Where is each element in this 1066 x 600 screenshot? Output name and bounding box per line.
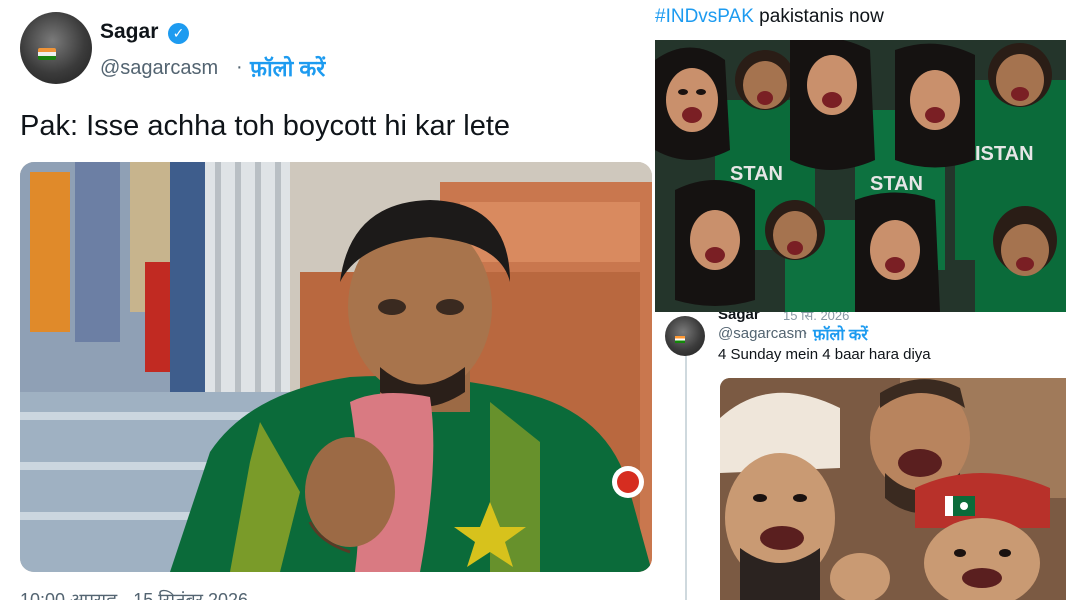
separator-dot: ·: [236, 56, 243, 78]
user-name-small[interactable]: Sagar: [718, 312, 760, 323]
follow-button[interactable]: फ़ॉलो करें: [250, 53, 325, 83]
tweet-image-crying-man[interactable]: [20, 162, 652, 572]
separator-dot: ·: [803, 324, 808, 341]
user-avatar[interactable]: [20, 12, 92, 84]
jersey-text-1: STAN: [730, 163, 783, 185]
collage-image[interactable]: STAN ISTAN STAN: [655, 40, 1066, 312]
top-right-meme: #INDvsPAK pakistanis now STAN ISTAN STAN: [655, 0, 1066, 312]
tweet-text: Pak: Isse achha toh boycott hi kar lete: [20, 110, 511, 142]
user-handle[interactable]: @sagarcasm: [100, 57, 218, 80]
jersey-text-2: ISTAN: [975, 143, 1034, 165]
meme-caption: #INDvsPAK pakistanis now: [655, 6, 884, 28]
verified-check-icon: ✓: [168, 23, 189, 44]
tweet-image-cartoon[interactable]: [720, 378, 1066, 600]
user-handle-small[interactable]: @sagarcasm: [718, 325, 807, 342]
user-name[interactable]: Sagar: [100, 20, 158, 44]
india-flag-icon: [675, 336, 685, 343]
tweet-timestamp[interactable]: 10:00 अपराह्न · 15 सितंबर 2026: [20, 588, 248, 600]
tweet-text-small: 4 Sunday mein 4 baar hara diya: [718, 346, 931, 363]
hashtag-link[interactable]: #INDvsPAK: [655, 6, 754, 27]
bottom-right-tweet: Sagar 15 सि. 2026 @sagarcasm · फ़ॉलो करे…: [655, 312, 1066, 600]
india-flag-icon: [38, 48, 56, 60]
jersey-text-3: STAN: [870, 173, 923, 195]
user-avatar-small[interactable]: [665, 316, 705, 356]
left-tweet: Sagar ✓ @sagarcasm · फ़ॉलो करें Pak: Iss…: [0, 0, 655, 600]
follow-button-small[interactable]: फ़ॉलो करें: [813, 323, 868, 345]
thread-line: [685, 350, 687, 600]
caption-text: pakistanis now: [753, 6, 884, 27]
